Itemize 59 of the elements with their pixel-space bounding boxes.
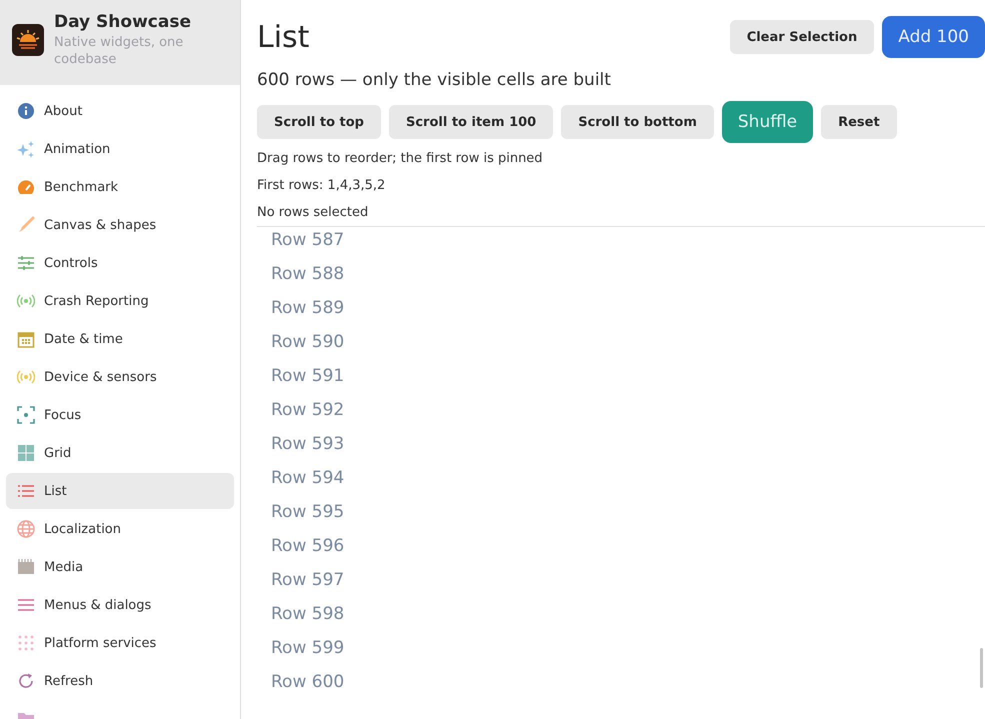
page-title: List [257, 20, 310, 54]
gauge-icon [17, 178, 35, 196]
sidebar-item[interactable]: Focus [6, 397, 234, 433]
app-title: Day Showcase [54, 12, 192, 32]
info-icon [17, 102, 35, 120]
clear-selection-button[interactable]: Clear Selection [730, 20, 874, 54]
clapperboard-icon [17, 558, 35, 576]
sidebar-item[interactable]: Media [6, 549, 234, 585]
page-subtitle: 600 rows — only the visible cells are built [257, 70, 612, 90]
globe-icon [17, 520, 35, 538]
brush-icon [17, 216, 35, 234]
list-row[interactable]: Row 591 [257, 363, 985, 397]
sidebar-item[interactable]: Crash Reporting [6, 283, 234, 319]
list-row[interactable]: Row 596 [257, 533, 985, 567]
sidebar-item[interactable]: Menus & dialogs [6, 587, 234, 623]
list-row[interactable]: Row 594 [257, 465, 985, 499]
list-row[interactable]: Row 587 [257, 227, 985, 261]
sidebar-item[interactable]: About [6, 93, 234, 129]
status-text: No rows selected [257, 205, 370, 222]
list-row[interactable]: Row 592 [257, 397, 985, 431]
list-row[interactable]: Row 600 [257, 669, 985, 703]
status-text: Drag rows to reorder; the first row is pinned [257, 151, 544, 168]
status-text: First rows: 1,4,3,5,2 [257, 178, 386, 195]
refresh-icon [17, 672, 35, 690]
sidebar-item[interactable]: List [6, 473, 234, 509]
list-row[interactable]: Row 597 [257, 567, 985, 601]
list-row[interactable]: Row 590 [257, 329, 985, 363]
add-button[interactable]: Add 100 [882, 16, 985, 58]
app-subtitle: Native widgets, one codebase [54, 34, 184, 68]
toolbar-button[interactable]: Scroll to item 100 [388, 105, 554, 139]
sidebar-item[interactable]: Grid [6, 435, 234, 471]
sidebar-item[interactable]: Device & sensors [6, 359, 234, 395]
toolbar-button[interactable]: Scroll to top [257, 105, 381, 139]
sliders-icon [17, 254, 35, 272]
list-row[interactable]: Row 593 [257, 431, 985, 465]
list-row[interactable]: Row 588 [257, 261, 985, 295]
list-row[interactable]: Row 589 [257, 295, 985, 329]
toolbar-button[interactable]: Scroll to bottom [561, 105, 714, 139]
list-row[interactable]: Row 598 [257, 601, 985, 635]
dots-grid-icon [17, 634, 35, 652]
calendar-icon [17, 330, 35, 348]
list-row[interactable]: Row 595 [257, 499, 985, 533]
focus-icon [17, 406, 35, 424]
sunset-logo-icon [12, 24, 44, 56]
scrollbar-thumb[interactable] [980, 648, 983, 688]
broadcast-icon [17, 368, 35, 386]
sidebar-item[interactable]: Canvas & shapes [6, 207, 234, 243]
grid-icon [17, 444, 35, 462]
sidebar-item[interactable]: Localization [6, 511, 234, 547]
sparkle-icon [17, 140, 35, 158]
broadcast-icon [17, 292, 35, 310]
list-row[interactable]: Row 599 [257, 635, 985, 669]
toolbar-button[interactable]: Reset [821, 105, 897, 139]
sidebar-item[interactable]: Animation [6, 131, 234, 167]
sidebar-item[interactable]: Date & time [6, 321, 234, 357]
sidebar-item[interactable]: Benchmark [6, 169, 234, 205]
sidebar-item[interactable]: Controls [6, 245, 234, 281]
sidebar-item[interactable]: Refresh [6, 663, 234, 699]
sidebar-item[interactable]: Platform services [6, 625, 234, 661]
